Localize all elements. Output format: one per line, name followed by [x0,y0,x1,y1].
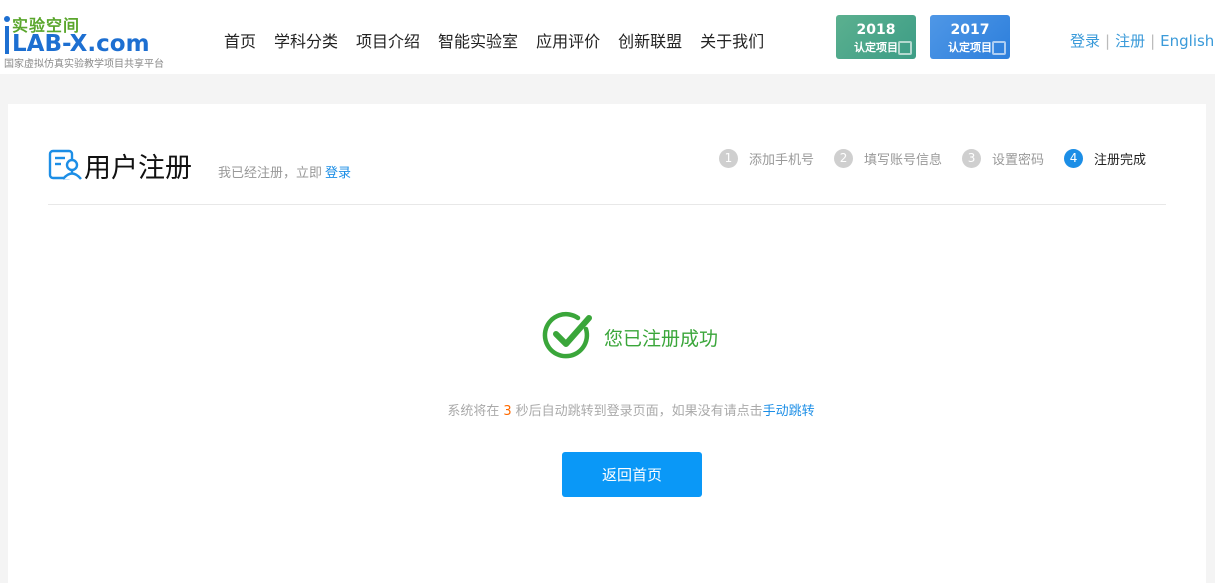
badge-decoration-icon [992,41,1006,55]
badge-2018-certified[interactable]: 2018 认定项目 [836,15,916,59]
success-check-icon [542,311,592,359]
register-link[interactable]: 注册 [1115,32,1145,50]
site-header: 实验空间 LAB-X.com 国家虚拟仿真实验教学项目共享平台 首页 学科分类 … [0,0,1215,74]
nav-item-projects[interactable]: 项目介绍 [356,28,420,52]
step-complete: 4 注册完成 [1064,149,1146,168]
title-divider [48,204,1166,205]
return-home-button[interactable]: 返回首页 [562,452,702,497]
separator: | [1150,32,1156,50]
nav-item-evaluation[interactable]: 应用评价 [536,28,600,52]
badge-year: 2018 [856,22,896,38]
step-label: 设置密码 [992,153,1045,168]
nav-item-about[interactable]: 关于我们 [700,28,764,52]
redirect-suffix: 秒后自动跳转到登录页面，如果没有请点击 [515,404,763,419]
countdown-seconds: 3 [503,404,512,419]
step-add-phone: 1 添加手机号 [719,149,814,168]
step-number: 1 [719,149,738,168]
step-number: 3 [962,149,982,168]
step-account-info: 2 填写账号信息 [834,149,942,168]
badge-year: 2017 [950,22,990,38]
logo-subtitle: 国家虚拟仿真实验教学项目共享平台 [4,59,164,70]
step-label: 添加手机号 [749,153,815,168]
login-now-link[interactable]: 登录 [325,166,351,181]
site-logo[interactable]: 实验空间 LAB-X.com 国家虚拟仿真实验教学项目共享平台 [4,10,194,70]
step-set-password: 3 设置密码 [962,149,1044,168]
nav-item-subjects[interactable]: 学科分类 [274,28,338,52]
login-link[interactable]: 登录 [1070,32,1100,50]
step-number: 2 [834,149,854,168]
nav-item-smart-lab[interactable]: 智能实验室 [438,28,518,52]
user-form-icon [48,149,82,180]
note-text: 我已经注册，立即 [218,166,323,181]
badge-2017-certified[interactable]: 2017 认定项目 [930,15,1010,59]
separator: | [1105,32,1111,50]
register-card: 用户注册 我已经注册，立即 登录 1 添加手机号 2 填写账号信息 3 设置密码 … [8,104,1206,583]
english-link[interactable]: English [1160,32,1214,50]
logo-english-name: LAB-X.com [12,31,150,57]
step-label: 填写账号信息 [864,153,943,168]
step-number: 4 [1064,149,1084,168]
success-message: 您已注册成功 [604,328,719,350]
nav-item-alliance[interactable]: 创新联盟 [618,28,682,52]
registration-steps: 1 添加手机号 2 填写账号信息 3 设置密码 4 注册完成 [719,149,1146,168]
already-registered-note: 我已经注册，立即 登录 [218,162,351,181]
page-title: 用户注册 [84,153,192,184]
logo-i-mark [4,16,10,54]
step-label: 注册完成 [1094,153,1147,168]
redirect-notice: 系统将在 3 秒后自动跳转到登录页面，如果没有请点击手动跳转 [8,400,1215,419]
auth-links: 登录 | 注册 | English [1070,30,1214,51]
badge-decoration-icon [898,41,912,55]
redirect-prefix: 系统将在 [447,404,500,419]
nav-item-home[interactable]: 首页 [224,28,256,52]
manual-redirect-link[interactable]: 手动跳转 [763,404,815,419]
main-nav: 首页 学科分类 项目介绍 智能实验室 应用评价 创新联盟 关于我们 [224,28,782,52]
